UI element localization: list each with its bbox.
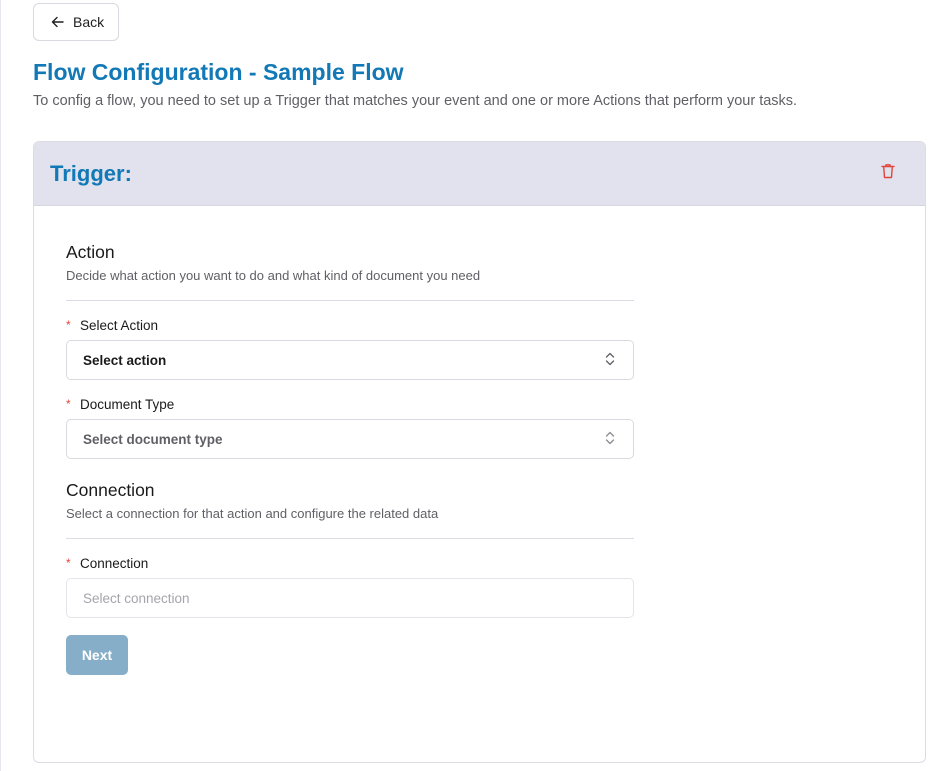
document-type-value: Select document type [83,431,223,447]
required-marker: * [66,397,71,411]
connection-select[interactable]: Select connection [66,578,634,618]
select-action-label: * Select Action [66,317,634,333]
trash-icon [881,163,895,184]
connection-section-title: Connection [66,480,155,500]
page-title: Flow Configuration - Sample Flow [33,59,404,85]
chevron-up-down-icon [605,431,615,448]
required-marker: * [66,318,71,332]
page-edge [0,0,1,771]
trigger-form: Action Decide what action you want to do… [66,242,634,675]
arrow-left-icon [51,16,64,28]
action-section-divider [66,300,634,301]
trigger-card-title: Trigger: [50,160,132,186]
select-action-label-text: Select Action [80,317,159,333]
connection-section-divider [66,538,634,539]
back-button[interactable]: Back [33,3,119,41]
connection-placeholder: Select connection [83,590,190,606]
trigger-card: Trigger: Action Decide what action you w… [33,141,926,763]
document-type-label: * Document Type [66,396,634,412]
document-type-dropdown[interactable]: Select document type [66,419,634,459]
action-section-description: Decide what action you want to do and wh… [66,268,481,283]
select-action-value: Select action [83,352,167,368]
connection-label: * Connection [66,555,634,571]
back-button-label: Back [73,14,105,30]
trigger-card-header: Trigger: [34,142,925,206]
page-description: To config a flow, you need to set up a T… [33,93,798,109]
next-button[interactable]: Next [66,635,128,675]
select-action-dropdown[interactable]: Select action [66,340,634,380]
document-type-label-text: Document Type [80,396,175,412]
required-marker: * [66,556,71,570]
delete-trigger-button[interactable] [878,164,898,184]
connection-label-text: Connection [80,555,149,571]
connection-section-description: Select a connection for that action and … [66,506,439,521]
action-section-title: Action [66,242,115,262]
chevron-up-down-icon [605,352,615,369]
